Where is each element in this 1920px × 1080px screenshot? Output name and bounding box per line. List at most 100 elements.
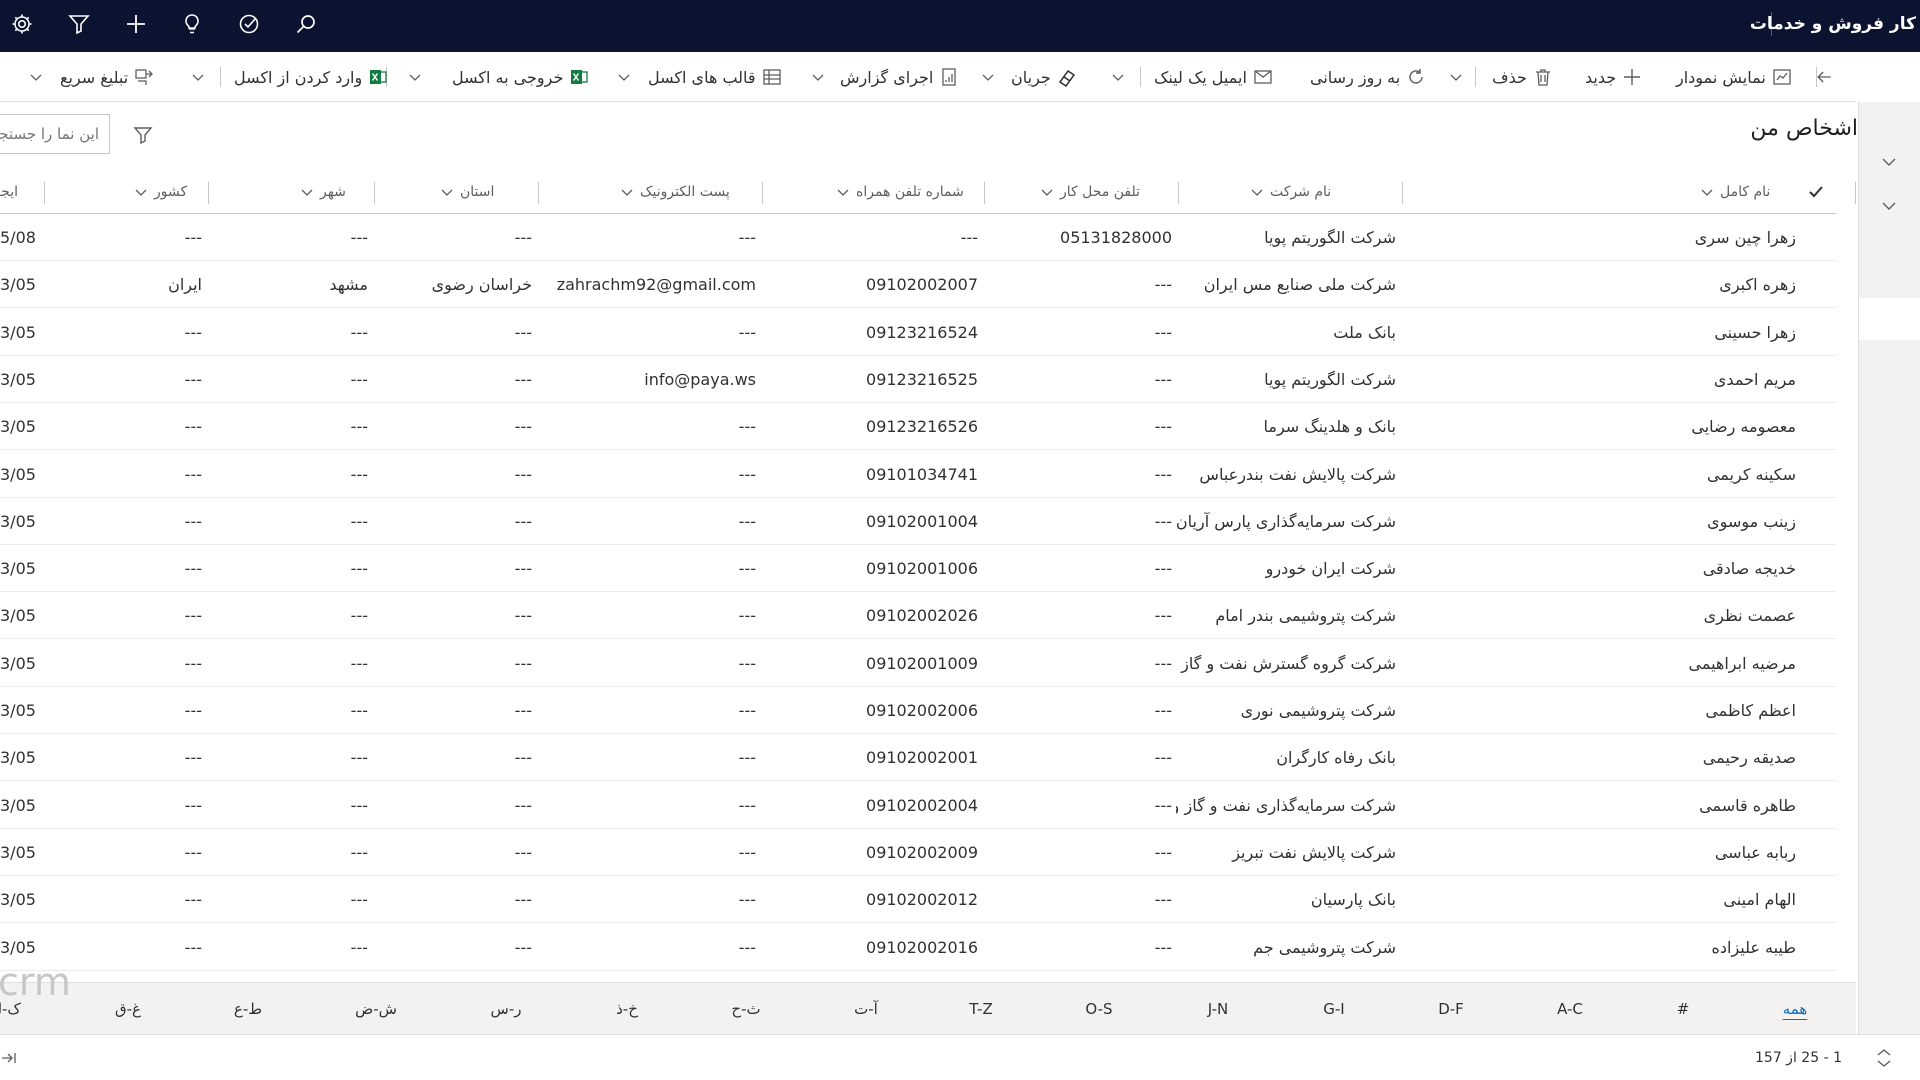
cell-full-name[interactable]: طاهره قاسمی <box>1586 782 1796 829</box>
cell-company[interactable]: شرکت الگوریتم پویا <box>1176 214 1396 261</box>
cell-company[interactable]: شرکت پالایش نفت تبریز <box>1176 829 1396 876</box>
column-header-email[interactable]: پست الکترونیک <box>620 170 756 214</box>
cell-full-name[interactable]: معصومه رضایی <box>1586 403 1796 450</box>
cell-full-name[interactable]: صدیقه رحیمی <box>1586 734 1796 781</box>
table-row[interactable]: معصومه رضایی بانک و هلدینگ سرما --- 0912321… <box>0 403 1836 451</box>
table-row[interactable]: مرضیه ابراهیمی شرکت گروه گسترش نفت و گاز … <box>0 640 1836 687</box>
jump-letter[interactable]: # <box>1677 983 1690 1035</box>
cell-full-name[interactable]: مرضیه ابراهیمی <box>1586 640 1797 687</box>
cell-full-name[interactable]: طیبه علیزاده <box>1586 924 1796 971</box>
search-icon[interactable] <box>288 6 324 42</box>
cell-company[interactable]: بانک رفاه کارگران <box>1176 734 1396 781</box>
jump-letter[interactable]: G-I <box>1323 983 1344 1035</box>
table-row[interactable]: زینب موسوی شرکت سرمایه‌گذاری پارس آریان --… <box>0 498 1836 545</box>
jump-letter[interactable]: O-S <box>1085 983 1112 1035</box>
column-header-business-phone[interactable]: تلفن محل کار <box>1040 170 1172 214</box>
refresh-button[interactable]: به روز رسانی <box>1310 52 1426 102</box>
cell-company[interactable]: شرکت ایران خودرو <box>1176 545 1396 592</box>
delete-button[interactable]: حذف <box>1492 52 1553 102</box>
table-row[interactable]: زهره اکبری شرکت ملی صنایع مس ایران --- 0910… <box>0 261 1836 309</box>
new-button[interactable]: جدید <box>1585 52 1642 102</box>
jump-letter[interactable]: J-N <box>1208 983 1229 1035</box>
table-row[interactable]: زهرا چین سری شرکت الگوریتم پویا 0513182800… <box>0 214 1836 261</box>
show-chart-button[interactable]: نمایش نمودار <box>1676 52 1792 102</box>
jump-letter[interactable]: A-C <box>1557 983 1583 1035</box>
column-header-state[interactable]: استان <box>440 170 532 214</box>
flow-button[interactable]: جریان <box>1011 52 1077 102</box>
jump-letter[interactable]: ط-ع <box>234 983 262 1035</box>
export-to-excel-button[interactable]: خروجی به اکسل <box>452 52 589 102</box>
cell-full-name[interactable]: الهام امینی <box>1586 876 1796 923</box>
cell-full-name[interactable]: زهره اکبری <box>1586 261 1796 308</box>
run-report-button[interactable]: اجرای گزارش <box>840 52 959 102</box>
cell-full-name[interactable]: عصمت نظری <box>1586 592 1796 639</box>
email-link-button[interactable]: ایمیل یک لینک <box>1154 52 1273 102</box>
jump-letter[interactable]: آ-ت <box>854 983 878 1035</box>
jump-letter[interactable]: D-F <box>1438 983 1464 1035</box>
cell-full-name[interactable]: ربابه عباسی <box>1586 829 1796 876</box>
chevron-down-icon[interactable] <box>616 69 632 85</box>
view-search-input[interactable] <box>0 114 110 154</box>
table-row[interactable]: خدیجه صادقی شرکت ایران خودرو --- 0910200100… <box>0 545 1836 593</box>
cell-full-name[interactable]: زینب موسوی <box>1586 498 1796 545</box>
table-row[interactable]: طاهره قاسمی شرکت سرمایه‌گذاری نفت و گاز و… <box>0 782 1836 829</box>
cell-company[interactable]: شرکت پالایش نفت بندرعباس <box>1176 451 1396 498</box>
table-row[interactable]: الهام امینی بانک پارسیان --- 09102002012 ---… <box>0 876 1836 924</box>
table-row[interactable]: اعظم کاظمی شرکت پتروشیمی نوری --- 091020020… <box>0 687 1836 734</box>
table-row[interactable]: سکینه کریمی شرکت پالایش نفت بندرعباس --- 09… <box>0 451 1836 498</box>
chevron-down-icon[interactable] <box>1879 196 1899 216</box>
chevron-down-icon[interactable] <box>190 69 206 85</box>
jump-letter[interactable]: غ-ق <box>115 983 141 1035</box>
cell-full-name[interactable]: خدیجه صادقی <box>1586 545 1796 592</box>
first-page-icon[interactable] <box>0 1049 18 1067</box>
table-row[interactable]: ربابه عباسی شرکت پالایش نفت تبریز --- 09102… <box>0 829 1836 876</box>
lightbulb-icon[interactable] <box>174 6 210 42</box>
chevron-down-icon[interactable] <box>980 69 996 85</box>
cell-full-name[interactable]: سکینه کریمی <box>1586 451 1796 498</box>
cell-full-name[interactable]: اعظم کاظمی <box>1586 687 1796 734</box>
cell-company[interactable]: شرکت سرمایه‌گذاری پارس آریان <box>1176 498 1396 545</box>
add-plus-icon[interactable] <box>118 6 154 42</box>
import-from-excel-button[interactable]: وارد کردن از اکسل <box>234 52 388 102</box>
chevron-down-icon[interactable] <box>1110 69 1126 85</box>
jump-letter[interactable]: همه <box>1783 983 1808 1035</box>
back-arrow-icon[interactable] <box>1792 52 1856 102</box>
cell-company[interactable]: شرکت سرمایه‌گذاری نفت و گاز و پتروشیمی <box>1176 782 1396 829</box>
table-row[interactable]: عصمت نظری شرکت پتروشیمی بندر امام --- 09102… <box>0 592 1836 640</box>
jump-letter[interactable]: ر-س <box>491 983 522 1035</box>
column-header-created-on[interactable]: ایجاد د <box>0 170 38 214</box>
table-row[interactable]: صدیقه رحیمی بانک رفاه کارگران --- 091020020… <box>0 734 1836 782</box>
quick-campaign-button[interactable]: تبلیغ سریع <box>60 52 154 102</box>
cell-company[interactable]: بانک پارسیان <box>1176 876 1396 923</box>
cell-full-name[interactable]: زهرا چین سری <box>1586 214 1796 261</box>
column-header-mobile-phone[interactable]: شماره تلفن همراه <box>836 170 978 214</box>
chevron-down-icon[interactable] <box>407 69 423 85</box>
jump-letter[interactable]: ش-ض <box>355 983 397 1035</box>
column-header-country[interactable]: کشور <box>134 170 202 214</box>
column-header-city[interactable]: شهر <box>300 170 368 214</box>
chevron-down-icon[interactable] <box>28 69 44 85</box>
filter-icon[interactable] <box>132 124 154 146</box>
cell-full-name[interactable]: زهرا حسینی <box>1586 309 1796 356</box>
cell-company[interactable]: بانک و هلدینگ سرما <box>1176 403 1397 450</box>
column-header-company[interactable]: نام شرکت <box>1250 170 1396 214</box>
chevron-down-icon[interactable] <box>810 69 826 85</box>
jump-letter[interactable]: T-Z <box>969 983 992 1035</box>
select-all-checkmark-icon[interactable] <box>1808 184 1824 200</box>
cell-company[interactable]: شرکت پتروشیمی نوری <box>1176 687 1396 734</box>
jump-letter[interactable]: ث-ح <box>731 983 760 1035</box>
cell-company[interactable]: شرکت پتروشیمی بندر امام <box>1176 592 1396 639</box>
cell-company[interactable]: بانک ملت <box>1176 309 1396 356</box>
settings-gear-icon[interactable] <box>4 6 40 42</box>
task-target-icon[interactable] <box>231 6 267 42</box>
chevron-down-icon[interactable] <box>1448 69 1464 85</box>
cell-company[interactable]: شرکت پتروشیمی جم <box>1176 924 1396 971</box>
scroll-up-down-icon[interactable] <box>1874 1047 1894 1069</box>
cell-company[interactable]: شرکت گروه گسترش نفت و گاز پارسیان <box>1176 640 1396 687</box>
table-row[interactable]: زهرا حسینی بانک ملت --- 09123216524 --- --- --… <box>0 309 1836 356</box>
cell-full-name[interactable]: مریم احمدی <box>1586 356 1796 403</box>
jump-letter[interactable]: خ-ذ <box>616 983 638 1035</box>
table-row[interactable]: طیبه علیزاده شرکت پتروشیمی جم --- 091020020… <box>0 924 1836 971</box>
cell-company[interactable]: شرکت ملی صنایع مس ایران <box>1176 261 1396 308</box>
filter-icon[interactable] <box>61 6 97 42</box>
